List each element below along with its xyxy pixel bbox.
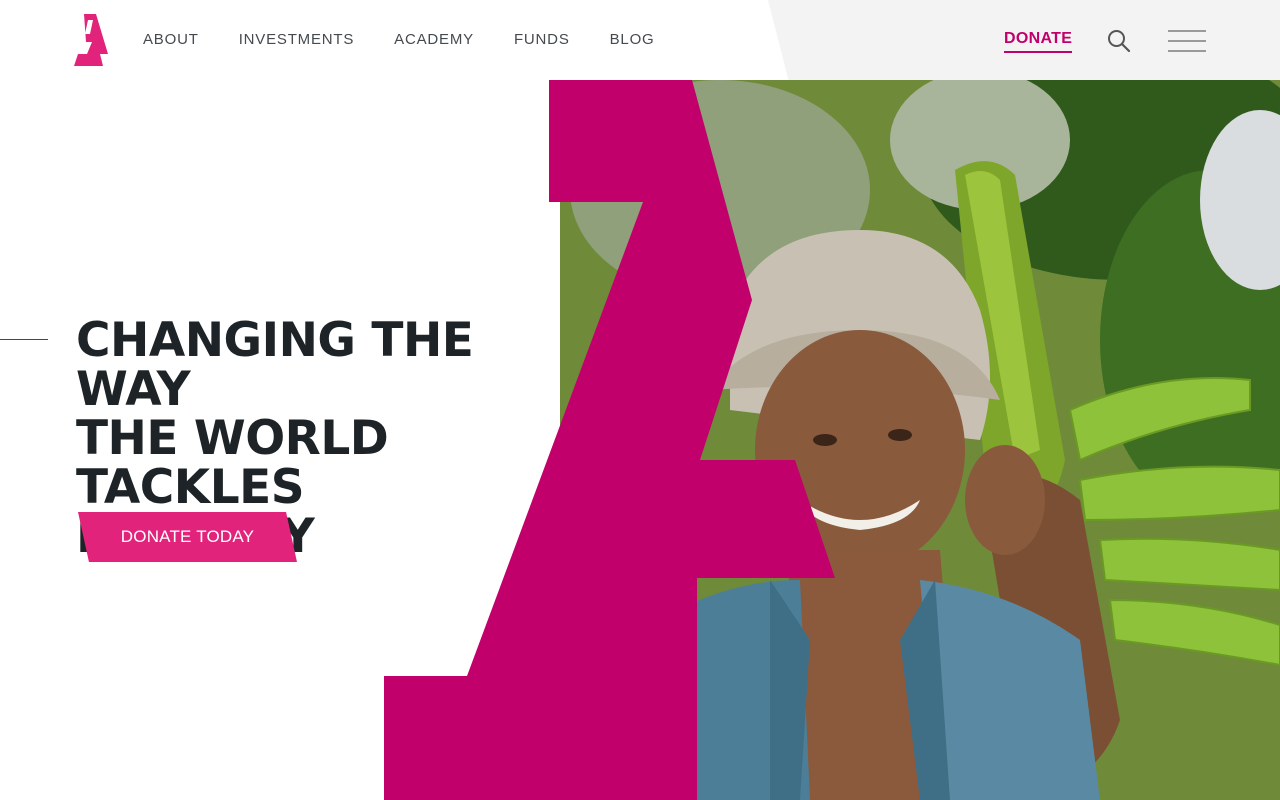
menu-line-icon	[1168, 50, 1206, 52]
brand-logo[interactable]	[74, 14, 108, 66]
headline-line: THE WORLD TACKLES	[76, 411, 389, 515]
menu-line-icon	[1168, 30, 1206, 32]
donate-today-button[interactable]: DONATE TODAY	[78, 512, 297, 562]
nav-item-investments[interactable]: INVESTMENTS	[239, 30, 354, 50]
nav-item-blog[interactable]: BLOG	[610, 30, 655, 50]
stylized-a-logo-icon	[74, 14, 108, 66]
menu-line-icon	[1168, 40, 1206, 42]
donate-link[interactable]: DONATE	[1004, 29, 1073, 53]
headline-line: CHANGING THE WAY	[76, 313, 474, 417]
nav-item-about[interactable]: ABOUT	[143, 30, 199, 50]
site-header: ABOUT INVESTMENTS ACADEMY FUNDS BLOG DON…	[0, 0, 1280, 80]
main-nav: ABOUT INVESTMENTS ACADEMY FUNDS BLOG	[143, 30, 695, 50]
search-icon	[1108, 30, 1131, 53]
search-button[interactable]	[1106, 28, 1132, 54]
accent-line	[0, 339, 48, 340]
hamburger-menu-button[interactable]	[1168, 28, 1206, 54]
nav-item-funds[interactable]: FUNDS	[514, 30, 570, 50]
nav-item-academy[interactable]: ACADEMY	[394, 30, 474, 50]
